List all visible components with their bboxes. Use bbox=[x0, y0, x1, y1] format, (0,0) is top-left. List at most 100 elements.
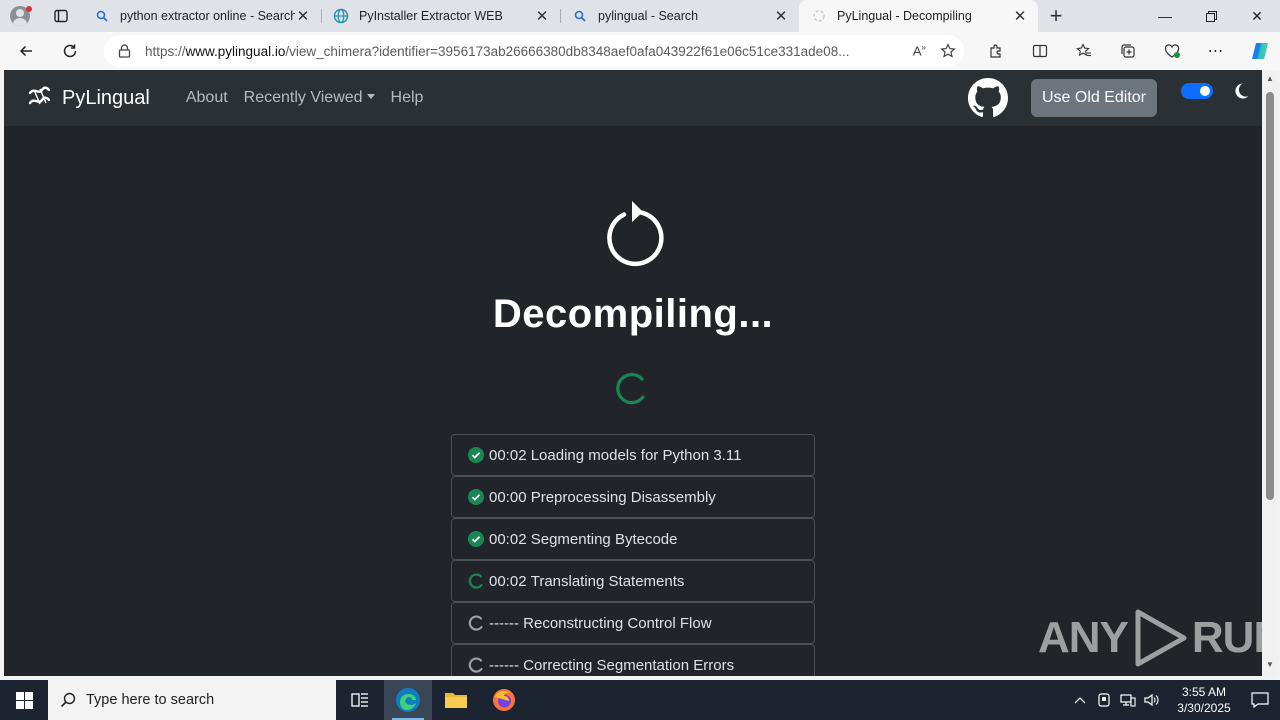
collections-button[interactable] bbox=[1106, 32, 1150, 70]
toggle-knob bbox=[1200, 86, 1210, 96]
tab-pyinstaller-extractor[interactable]: PyInstaller Extractor WEB ✕ bbox=[321, 0, 560, 32]
tab-pylingual-search[interactable]: pylingual - Search ✕ bbox=[560, 0, 799, 32]
step-time: 00:02 bbox=[489, 572, 527, 590]
watermark-right-text: RUN bbox=[1191, 613, 1262, 662]
pylingual-logo-icon bbox=[28, 86, 51, 105]
tab-actions-button[interactable] bbox=[40, 0, 82, 32]
github-icon[interactable] bbox=[968, 78, 1008, 118]
tab-title: python extractor online - Search bbox=[120, 9, 295, 23]
step-label: Segmenting Bytecode bbox=[530, 530, 678, 548]
task-view-button[interactable] bbox=[336, 680, 384, 720]
heartbeat-icon bbox=[1164, 44, 1180, 58]
step-label: Loading models for Python 3.11 bbox=[530, 446, 742, 464]
step-item: 00:02 Loading models for Python 3.11 bbox=[451, 434, 815, 476]
copilot-icon bbox=[1252, 43, 1268, 59]
use-old-editor-button[interactable]: Use Old Editor bbox=[1031, 79, 1157, 117]
nav-about[interactable]: About bbox=[186, 89, 228, 107]
settings-more-button[interactable]: ⋯ bbox=[1194, 32, 1238, 70]
check-circle-icon bbox=[468, 447, 484, 463]
close-icon[interactable]: ✕ bbox=[295, 8, 311, 25]
taskbar-search-box[interactable]: Type here to search bbox=[48, 680, 336, 720]
start-button[interactable] bbox=[0, 680, 48, 720]
refresh-icon bbox=[63, 44, 77, 58]
windows-logo-icon bbox=[15, 691, 33, 709]
volume-icon[interactable] bbox=[1140, 680, 1164, 720]
firefox-icon bbox=[493, 689, 515, 711]
extensions-button[interactable] bbox=[974, 32, 1018, 70]
nav-recently-viewed[interactable]: Recently Viewed bbox=[244, 89, 375, 107]
notification-dot bbox=[26, 6, 32, 12]
edge-icon bbox=[396, 688, 420, 712]
profile-button[interactable] bbox=[0, 0, 40, 32]
step-time: 00:02 bbox=[489, 530, 527, 548]
tab-pylingual-decompiling[interactable]: PyLingual - Decompiling ✕ bbox=[799, 0, 1038, 32]
network-icon[interactable] bbox=[1116, 680, 1140, 720]
url-scheme: https:// bbox=[145, 43, 186, 59]
browser-tab-strip: python extractor online - Search ✕ PyIns… bbox=[0, 0, 1280, 32]
refresh-button[interactable] bbox=[52, 35, 88, 67]
new-tab-button[interactable]: + bbox=[1038, 0, 1074, 32]
anyrun-watermark: ANY RUN bbox=[1038, 608, 1262, 668]
scroll-down-icon[interactable]: ▼ bbox=[1265, 660, 1275, 670]
moon-icon bbox=[1235, 83, 1249, 99]
running-spinner-icon bbox=[468, 573, 483, 589]
step-item: 00:02 Segmenting Bytecode bbox=[451, 518, 815, 560]
minimize-button[interactable]: — bbox=[1142, 0, 1188, 32]
address-bar[interactable]: https://www.pylingual.io/view_chimera?id… bbox=[104, 35, 964, 67]
show-hidden-icons-chevron-icon[interactable] bbox=[1068, 680, 1092, 720]
step-label: Translating Statements bbox=[530, 572, 685, 590]
restore-button[interactable] bbox=[1188, 0, 1234, 32]
split-screen-button[interactable] bbox=[1018, 32, 1062, 70]
check-circle-icon bbox=[468, 531, 484, 547]
close-icon[interactable]: ✕ bbox=[773, 8, 789, 25]
step-item: 00:00 Preprocessing Disassembly bbox=[451, 476, 815, 518]
page-scrollbar[interactable]: ▲ ▼ bbox=[1262, 70, 1278, 676]
url-path: /view_chimera?identifier=3956173ab266663… bbox=[285, 43, 850, 59]
close-window-button[interactable]: ✕ bbox=[1234, 0, 1280, 32]
search-icon bbox=[60, 692, 76, 708]
read-aloud-icon[interactable]: A» bbox=[913, 43, 926, 58]
collections-icon bbox=[1121, 44, 1135, 58]
scroll-thumb[interactable] bbox=[1266, 92, 1274, 500]
decompile-steps-list: 00:02 Loading models for Python 3.11 00:… bbox=[451, 434, 815, 676]
dropdown-caret-icon bbox=[366, 94, 375, 99]
tab-actions-icon bbox=[54, 9, 68, 23]
system-tray: 3:55 AM 3/30/2025 bbox=[1068, 680, 1280, 720]
taskbar-edge[interactable] bbox=[384, 680, 432, 720]
restore-icon bbox=[1205, 10, 1217, 22]
scroll-up-icon[interactable]: ▲ bbox=[1265, 74, 1275, 84]
nav-help[interactable]: Help bbox=[391, 89, 424, 107]
browser-essentials-button[interactable] bbox=[1150, 32, 1194, 70]
search-icon bbox=[572, 8, 588, 24]
device-icon[interactable] bbox=[1092, 680, 1116, 720]
page-headline: Decompiling... bbox=[492, 292, 774, 336]
url-host: www.pylingual.io bbox=[185, 43, 286, 59]
decompile-refresh-icon bbox=[607, 201, 664, 267]
globe-icon bbox=[333, 8, 349, 24]
window-controls: — ✕ bbox=[1142, 0, 1280, 32]
step-item: ------ Correcting Segmentation Errors bbox=[451, 644, 815, 676]
pending-spinner-icon bbox=[468, 615, 483, 631]
favorite-star-icon[interactable] bbox=[940, 43, 956, 59]
taskbar-clock[interactable]: 3:55 AM 3/30/2025 bbox=[1168, 684, 1240, 716]
browser-toolbar: https://www.pylingual.io/view_chimera?id… bbox=[0, 32, 1280, 70]
notifications-button[interactable] bbox=[1240, 680, 1280, 720]
taskbar-firefox[interactable] bbox=[480, 680, 528, 720]
copilot-button[interactable] bbox=[1238, 32, 1280, 70]
tab-python-extractor-search[interactable]: python extractor online - Search ✕ bbox=[82, 0, 321, 32]
tab-title: PyLingual - Decompiling bbox=[837, 9, 972, 23]
taskbar-file-explorer[interactable] bbox=[432, 680, 480, 720]
loading-spinner-icon bbox=[616, 373, 645, 405]
favorites-button[interactable] bbox=[1062, 32, 1106, 70]
task-view-icon bbox=[351, 693, 368, 707]
step-time: ------ bbox=[489, 614, 519, 632]
site-navbar: PyLingual About Recently Viewed Help Use… bbox=[4, 70, 1262, 126]
search-icon bbox=[94, 8, 110, 24]
step-label: Reconstructing Control Flow bbox=[523, 614, 712, 632]
theme-toggle-switch[interactable] bbox=[1181, 83, 1213, 99]
site-brand[interactable]: PyLingual bbox=[26, 84, 150, 112]
close-icon[interactable]: ✕ bbox=[1012, 8, 1028, 25]
step-time: 00:00 bbox=[489, 488, 527, 506]
close-icon[interactable]: ✕ bbox=[534, 8, 550, 25]
back-button[interactable] bbox=[8, 35, 44, 67]
